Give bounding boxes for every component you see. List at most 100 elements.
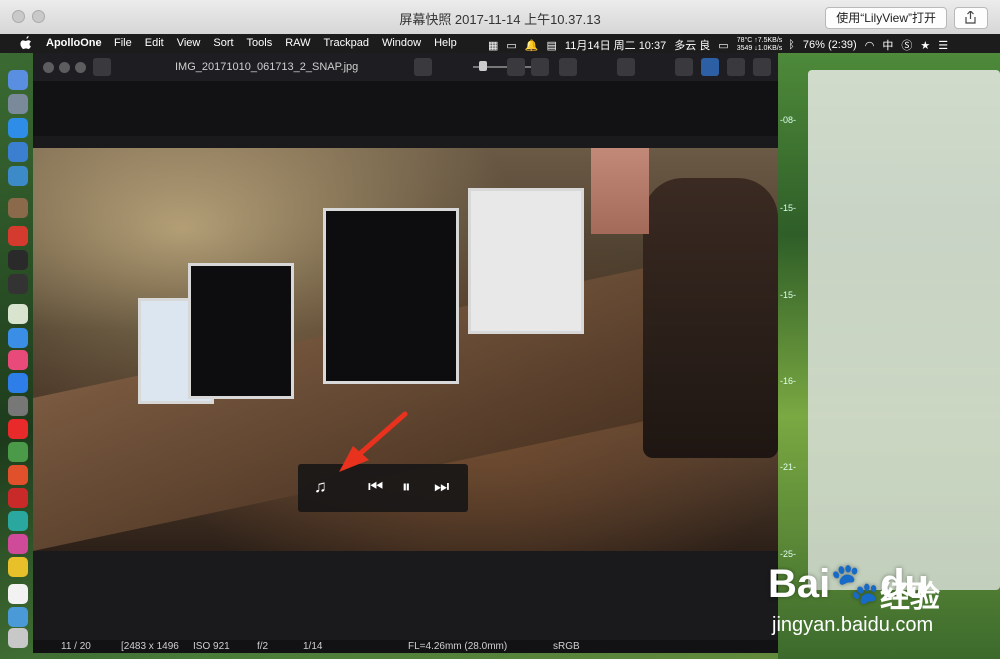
- calendar-icon[interactable]: ▤: [547, 39, 557, 52]
- menubar: ApolloOne File Edit View Sort Tools RAW …: [0, 34, 1000, 53]
- photos-app-icon[interactable]: [8, 198, 28, 218]
- apple-icon[interactable]: [20, 36, 32, 50]
- terminal-icon[interactable]: [8, 274, 28, 294]
- list-icon[interactable]: ☰: [938, 39, 948, 52]
- zoom-button[interactable]: [75, 62, 86, 73]
- search-icon[interactable]: [8, 142, 28, 162]
- aperture-value: f/2: [257, 641, 269, 652]
- file-name: IMG_20171010_061713_2_SNAP.jpg: [175, 61, 359, 73]
- settings-icon[interactable]: [8, 396, 28, 416]
- status-area: ▦ ▭ 🔔 ▤ 11月14日 周二 10:37 多云 良 ▭ 78°C ↑7.5…: [488, 37, 990, 53]
- share-icon: [965, 11, 976, 24]
- menu-file[interactable]: File: [114, 37, 132, 49]
- zoom-in-button[interactable]: [507, 58, 525, 76]
- app-store-icon[interactable]: [8, 373, 28, 393]
- app-pinwheel-icon[interactable]: [8, 557, 28, 577]
- menu-items: File Edit View Sort Tools RAW Trackpad W…: [114, 37, 470, 49]
- bell-icon[interactable]: 🔔: [525, 39, 539, 52]
- finder-icon[interactable]: [8, 70, 28, 90]
- battery-text[interactable]: 76% (2:39): [803, 39, 857, 51]
- trash-icon[interactable]: [8, 628, 28, 648]
- close-button[interactable]: [43, 62, 54, 73]
- zoom-slider-handle[interactable]: [478, 61, 487, 71]
- ruler-mark: -16-: [780, 376, 797, 386]
- slideshow-button[interactable]: [701, 58, 719, 76]
- app-menu[interactable]: ApolloOne: [46, 37, 102, 49]
- shutter-value: 1/14: [303, 641, 323, 652]
- app-bottom-area: [33, 551, 778, 640]
- ruler-mark: -15-: [780, 290, 797, 300]
- previous-track-icon[interactable]: ⏮: [368, 478, 383, 496]
- music-note-icon[interactable]: ♫: [314, 478, 327, 496]
- menu-window[interactable]: Window: [382, 37, 421, 49]
- weather-text[interactable]: 多云 良: [674, 37, 710, 53]
- menu-tools[interactable]: Tools: [247, 37, 273, 49]
- watermark-cn: 经验: [880, 581, 940, 614]
- ruler-mark: -21-: [780, 462, 797, 472]
- document-icon[interactable]: [8, 584, 28, 604]
- music-app-icon[interactable]: [8, 350, 28, 370]
- share-toolbar-button[interactable]: [675, 58, 693, 76]
- app-teal-icon[interactable]: [8, 511, 28, 531]
- minimize-button[interactable]: [59, 62, 70, 73]
- app-s-icon[interactable]: Ⓢ: [901, 37, 912, 53]
- net-up: 78°C ↑7.5KB/s: [736, 37, 783, 44]
- star-icon[interactable]: ★: [920, 39, 930, 52]
- ruler-mark: -08-: [780, 115, 797, 125]
- chrome-icon[interactable]: [8, 442, 28, 462]
- menu-raw[interactable]: RAW: [285, 37, 310, 49]
- photo-monitor-2: [188, 263, 294, 399]
- image-index: 11 / 20: [61, 641, 91, 652]
- activity-monitor-icon[interactable]: [8, 250, 28, 270]
- iso-value: ISO 921: [193, 641, 230, 652]
- sidebar-left-button[interactable]: [727, 58, 745, 76]
- folder-icon[interactable]: [8, 607, 28, 627]
- siri-icon[interactable]: [8, 328, 28, 348]
- trash-button[interactable]: [617, 58, 635, 76]
- app-flower-icon[interactable]: [8, 534, 28, 554]
- wifi-icon[interactable]: ◠: [865, 39, 875, 52]
- pause-icon[interactable]: ⏸: [402, 478, 411, 496]
- next-track-icon[interactable]: ⏭: [434, 478, 449, 496]
- zoom-out-button[interactable]: [414, 58, 432, 76]
- ruler-mark: -25-: [780, 549, 797, 559]
- ruler-mark: -15-: [780, 203, 797, 213]
- menu-sort[interactable]: Sort: [213, 37, 233, 49]
- sidebar-right-button[interactable]: [753, 58, 771, 76]
- menu-help[interactable]: Help: [434, 37, 457, 49]
- grid-icon[interactable]: ▦: [488, 39, 498, 52]
- watermark-brand: Bai: [768, 562, 831, 606]
- weibo-icon[interactable]: [8, 465, 28, 485]
- yandex-icon[interactable]: [8, 419, 28, 439]
- launchpad-icon[interactable]: [8, 94, 28, 114]
- input-method[interactable]: 中: [882, 37, 893, 53]
- netease-icon[interactable]: [8, 226, 28, 246]
- battery-saver-icon[interactable]: ▭: [718, 39, 728, 52]
- maps-icon[interactable]: [8, 304, 28, 324]
- vivaldi-icon[interactable]: [8, 488, 28, 508]
- open-with-button[interactable]: 使用“LilyView”打开: [825, 7, 947, 29]
- ruler: -08- -15- -15- -16- -21- -25-: [778, 100, 800, 590]
- menu-view[interactable]: View: [177, 37, 201, 49]
- bluetooth-icon[interactable]: ᛒ: [788, 39, 795, 51]
- preview-titlebar: 屏幕快照 2017-11-14 上午10.37.13 使用“LilyView”打…: [0, 0, 1000, 35]
- grid-view-button[interactable]: [93, 58, 111, 76]
- menu-trackpad[interactable]: Trackpad: [324, 37, 369, 49]
- image-resolution: [2483 x 1496: [121, 641, 179, 652]
- photo-monitor-3: [323, 208, 459, 384]
- share-button[interactable]: [954, 7, 988, 29]
- clock-text[interactable]: 11月14日 周二 10:37: [565, 37, 666, 53]
- net-stats[interactable]: 78°C ↑7.5KB/s 3549 ↓1.0KB/s: [737, 37, 783, 53]
- watermark-url: jingyan.baidu.com: [772, 614, 934, 636]
- red-arrow-annotation: [339, 411, 408, 472]
- safari-icon[interactable]: [8, 118, 28, 138]
- color-space: sRGB: [553, 641, 580, 652]
- dock: [6, 64, 30, 648]
- photo-top-band: [33, 136, 778, 148]
- menu-edit[interactable]: Edit: [145, 37, 164, 49]
- transfer-icon[interactable]: [8, 166, 28, 186]
- rotate-button[interactable]: [559, 58, 577, 76]
- display-icon[interactable]: ▭: [506, 39, 516, 52]
- blurred-window: [808, 70, 1000, 590]
- fit-button[interactable]: [531, 58, 549, 76]
